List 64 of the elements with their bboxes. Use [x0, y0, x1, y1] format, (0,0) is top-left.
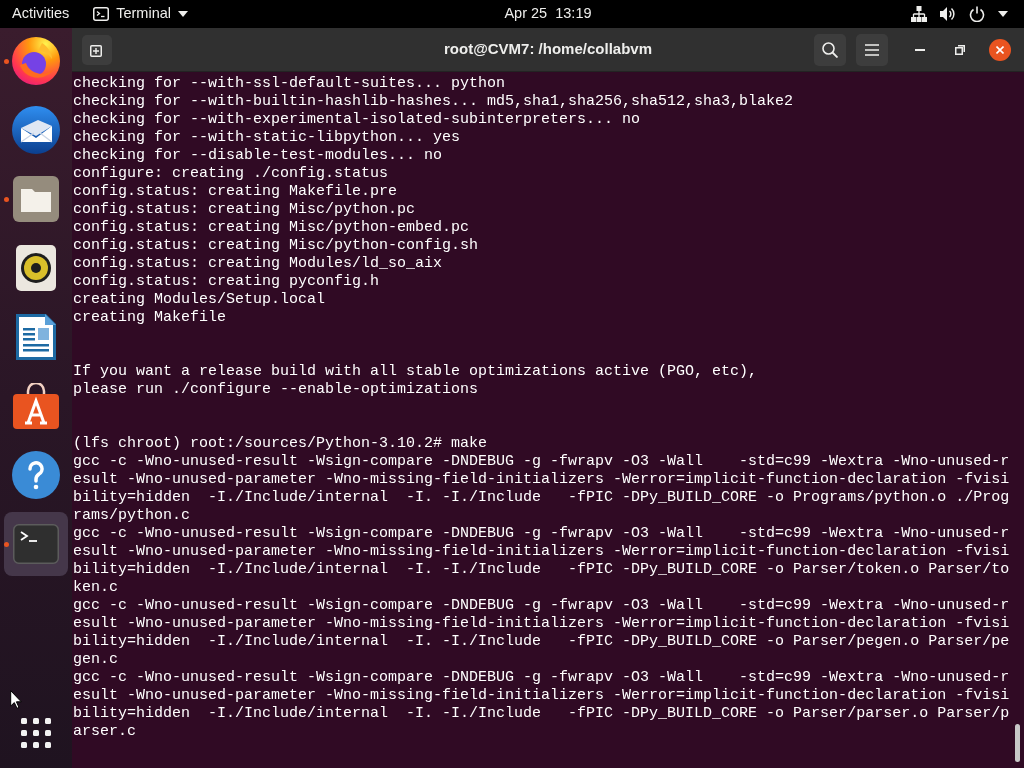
terminal-line: bility=hidden -I./Include/internal -I. -I./Include -fPIC -DPy_BUILD_CORE -o Parser/pegen.o Parser/pe — [73, 633, 1010, 651]
terminal-line: bility=hidden -I./Include/internal -I. -I./Include -fPIC -DPy_BUILD_CORE -o Programs/python.o ./Prog — [73, 489, 1010, 507]
menu-button[interactable] — [856, 33, 888, 66]
terminal-line: esult -Wno-unused-parameter -Wno-missing-field-initializers -Werror=implicit-function-declaration -fvisi — [73, 615, 1010, 633]
terminal-icon — [13, 524, 59, 564]
terminal-line: creating Modules/Setup.local — [73, 291, 326, 309]
close-icon — [996, 45, 1004, 54]
terminal-line: gen.c — [73, 651, 118, 669]
terminal-line: esult -Wno-unused-parameter -Wno-missing-field-initializers -Werror=implicit-function-declaration -fvisi — [73, 687, 1010, 705]
terminal-icon — [93, 7, 110, 21]
terminal-line: checking for --disable-test-modules... no — [73, 147, 443, 165]
mouse-pointer-icon — [10, 690, 22, 709]
terminal-line: (lfs chroot) root:/sources/Python-3.10.2# make — [73, 435, 488, 453]
app-grid-icon — [21, 718, 51, 748]
terminal-line: please run ./configure --enable-optimizations — [73, 381, 479, 399]
terminal-line: If you want a release build with all stable optimizations active (PGO, etc), — [73, 363, 758, 381]
terminal-line: checking for --with-builtin-hashlib-hashes... md5,sha1,sha256,sha512,sha3,blake2 — [73, 93, 794, 111]
question-mark-icon — [12, 451, 60, 499]
network-icon — [911, 6, 927, 22]
window-title: root@CVM7: /home/collabvm — [444, 39, 652, 60]
document-icon — [16, 314, 56, 360]
terminal-line: bility=hidden -I./Include/internal -I. -I./Include -fPIC -DPy_BUILD_CORE -o Parser/token.o Parser/to — [73, 561, 1010, 579]
terminal-line: arser.c — [73, 723, 136, 741]
folder-icon — [13, 176, 59, 222]
terminal-line: checking for --with-experimental-isolated-subinterpreters... no — [73, 111, 641, 129]
terminal-line: gcc -c -Wno-unused-result -Wsign-compare -DNDEBUG -g -fwrapv -O3 -Wall -std=c99 -Wextra -Wno-unused-r — [73, 669, 1010, 687]
scrollbar[interactable] — [1015, 724, 1020, 762]
terminal-line: creating Makefile — [73, 309, 227, 327]
minimize-icon — [915, 48, 925, 51]
terminal-line: config.status: creating Misc/python-embed.pc — [73, 219, 470, 237]
terminal-line: bility=hidden -I./Include/internal -I. -I./Include -fPIC -DPy_BUILD_CORE -o Parser/parser.o Parser/p — [73, 705, 1010, 723]
app-menu[interactable]: Terminal — [89, 0, 192, 28]
terminal-line: ken.c — [73, 579, 118, 597]
shopping-bag-icon — [13, 383, 59, 429]
terminal-line: esult -Wno-unused-parameter -Wno-missing-field-initializers -Werror=implicit-function-declaration -fvisi — [73, 543, 1010, 561]
terminal-line: rams/python.c — [73, 507, 191, 525]
envelope-icon — [12, 106, 60, 154]
new-tab-icon — [90, 42, 104, 57]
terminal-line: config.status: creating pyconfig.h — [73, 273, 380, 291]
terminal-line: config.status: creating Misc/python-config.sh — [73, 237, 479, 255]
terminal-line: config.status: creating Misc/python.pc — [73, 201, 416, 219]
search-icon — [822, 41, 838, 58]
terminal-line: gcc -c -Wno-unused-result -Wsign-compare -DNDEBUG -g -fwrapv -O3 -Wall -std=c99 -Wextra -Wno-unused-r — [73, 453, 1010, 471]
terminal-line: gcc -c -Wno-unused-result -Wsign-compare -DNDEBUG -g -fwrapv -O3 -Wall -std=c99 -Wextra -Wno-unused-r — [73, 525, 1010, 543]
menu-icon — [865, 43, 879, 56]
terminal-line: config.status: creating Makefile.pre — [73, 183, 398, 201]
new-tab-button[interactable] — [82, 34, 112, 65]
terminal-line: esult -Wno-unused-parameter -Wno-missing-field-initializers -Werror=implicit-function-declaration -fvisi — [73, 471, 1010, 489]
speaker-icon — [16, 245, 56, 291]
date-time-button[interactable]: Apr 25 13:19 — [502, 0, 594, 28]
restore-icon — [955, 44, 965, 55]
terminal-line: checking for --with-ssl-default-suites... python — [73, 75, 506, 93]
search-button[interactable] — [814, 33, 846, 66]
terminal-line: configure: creating ./config.status — [73, 165, 389, 183]
close-button[interactable] — [989, 38, 1011, 61]
terminal-line: gcc -c -Wno-unused-result -Wsign-compare -DNDEBUG -g -fwrapv -O3 -Wall -std=c99 -Wextra -Wno-unused-r — [73, 597, 1010, 615]
volume-icon — [940, 6, 956, 22]
activities-button[interactable]: Activities — [0, 0, 82, 28]
caret-icon — [178, 11, 188, 17]
power-icon — [969, 6, 985, 22]
terminal-line: checking for --with-static-libpython... yes — [73, 129, 461, 147]
fox-globe-icon — [12, 37, 60, 85]
terminal-line: config.status: creating Modules/ld_so_aix — [73, 255, 443, 273]
caret-icon — [998, 11, 1008, 17]
